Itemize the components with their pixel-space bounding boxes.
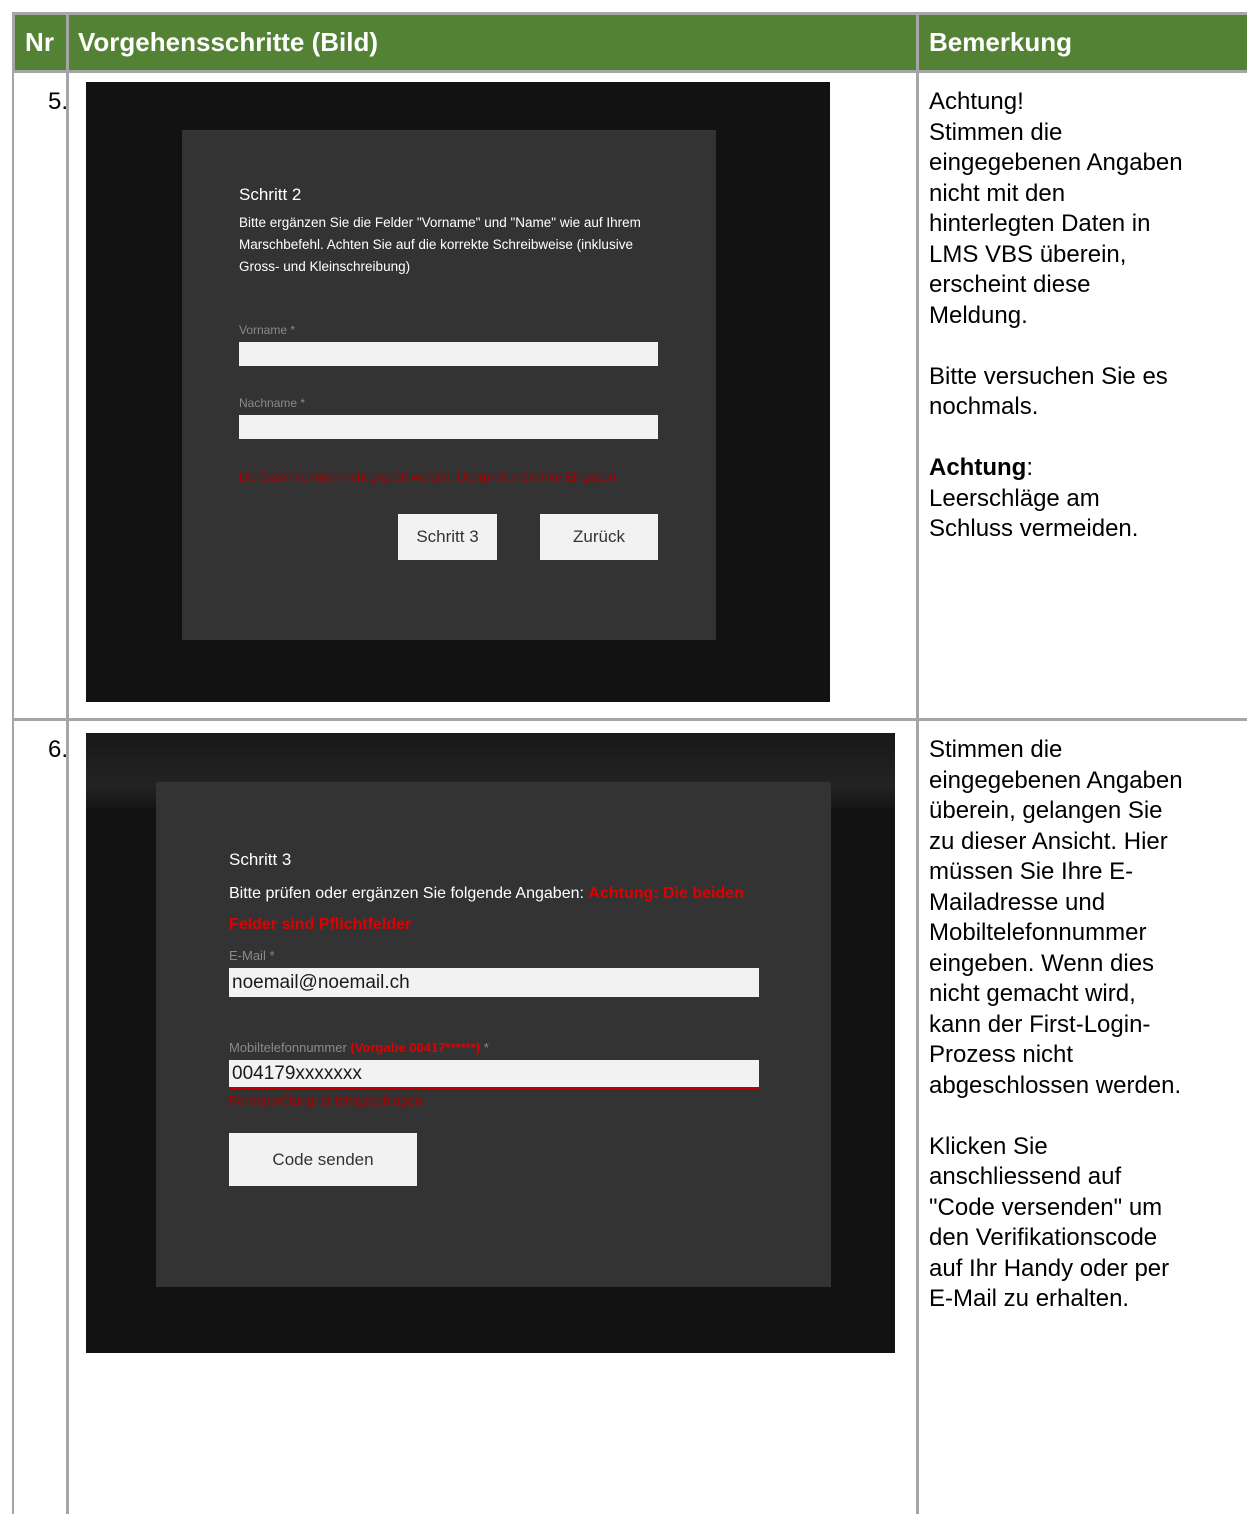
remark-line: LMS VBS überein, xyxy=(929,240,1127,268)
phone-label-text: Mobiltelefonnummer xyxy=(229,1040,351,1055)
remark-line: Meldung. xyxy=(929,301,1028,329)
screenshot-step2: Schritt 2 Bitte ergänzen Sie die Felder … xyxy=(86,82,830,702)
step2-description: Bitte ergänzen Sie die Felder "Vorname" … xyxy=(239,215,641,274)
phone-required: * xyxy=(480,1040,489,1055)
table-header: Nr Vorgehensschritte (Bild) Bemerkung xyxy=(12,12,1247,70)
phone-label: Mobiltelefonnummer (Vorgabe 00417******)… xyxy=(229,1040,489,1055)
grid-line xyxy=(916,12,919,1514)
remark-note: Achtung: xyxy=(929,453,1245,484)
screenshot-step3: Schritt 3 Bitte prüfen oder ergänzen Sie… xyxy=(86,733,895,1353)
firstname-input[interactable] xyxy=(239,342,658,366)
step2-panel: Schritt 2 Bitte ergänzen Sie die Felder … xyxy=(182,130,716,640)
remark-line: abgeschlossen werden. xyxy=(929,1071,1182,1099)
email-input[interactable]: noemail@noemail.ch xyxy=(229,968,759,997)
remark-line: nochmals. xyxy=(929,393,1039,420)
remark-line: auf Ihr Handy oder per xyxy=(929,1254,1170,1282)
validation-error: Die Daten konnten nicht geprüft werden. … xyxy=(239,470,620,484)
grid-line xyxy=(12,12,15,70)
remark-line: kann der First-Login- xyxy=(929,1010,1151,1038)
remark-line: den Verifikationscode xyxy=(929,1224,1158,1251)
remark-line: "Code versenden" um xyxy=(929,1193,1163,1221)
row-number: 6. xyxy=(47,736,68,763)
remark-line: müssen Sie Ihre E- xyxy=(929,858,1134,885)
note-label: Achtung xyxy=(929,454,1027,481)
phone-hint: (Vorgabe 00417******) xyxy=(350,1040,481,1055)
remark-line: überein, gelangen Sie xyxy=(929,797,1163,824)
remark-line: hinterlegten Daten in xyxy=(929,210,1151,237)
remark-line: Prozess nicht xyxy=(929,1041,1074,1068)
remark-line: Stimmen die xyxy=(929,736,1063,763)
firstname-label: Vorname * xyxy=(239,323,296,337)
remark-line: Stimmen die xyxy=(929,118,1063,146)
phone-error: Formatprüfung ist fehlgeschlagen xyxy=(229,1093,422,1108)
email-label: E-Mail * xyxy=(229,948,275,963)
remark-line: Achtung! xyxy=(929,88,1024,115)
phone-input[interactable]: 004179xxxxxxx xyxy=(229,1060,759,1089)
remark-line: eingegebenen Angaben xyxy=(929,766,1183,794)
remark-line: Mobiltelefonnummer xyxy=(929,919,1147,946)
step2-title: Schritt 2 xyxy=(239,185,302,204)
remark-line: eingegebenen Angaben xyxy=(929,149,1183,176)
remark-row5: Achtung! Stimmen die eingegebenen Angabe… xyxy=(929,87,1245,545)
remark-line: Klicken Sie xyxy=(929,1132,1048,1160)
lastname-input[interactable] xyxy=(239,415,658,439)
description-text: Bitte prüfen oder ergänzen Sie folgende … xyxy=(229,885,589,902)
remark-line: anschliessend auf xyxy=(929,1163,1122,1190)
document-page: Nr Vorgehensschritte (Bild) Bemerkung 5.… xyxy=(0,0,1247,1514)
remark-line: erscheint diese xyxy=(929,271,1091,298)
remark-line: Bitte versuchen Sie es xyxy=(929,362,1168,390)
remark-line: Mailadresse und xyxy=(929,888,1106,916)
remark-line: nicht gemacht wird, xyxy=(929,980,1136,1007)
remark-line: Schluss vermeiden. xyxy=(929,515,1139,542)
grid-line xyxy=(12,70,14,1514)
grid-line xyxy=(12,70,1247,73)
row-number: 5. xyxy=(47,88,68,115)
step3-panel: Schritt 3 Bitte prüfen oder ergänzen Sie… xyxy=(156,782,831,1287)
step3-description: Bitte prüfen oder ergänzen Sie folgende … xyxy=(229,878,769,940)
send-code-button[interactable]: Code senden xyxy=(229,1133,417,1186)
step3-button[interactable]: Schritt 3 xyxy=(398,514,497,560)
remark-line: nicht mit den xyxy=(929,179,1066,207)
remark-row6: Stimmen die eingegebenen Angaben überein… xyxy=(929,735,1245,1315)
remark-line: zu dieser Ansicht. Hier xyxy=(929,827,1168,855)
lastname-label: Nachname * xyxy=(239,396,306,410)
step3-title: Schritt 3 xyxy=(229,850,292,869)
remark-line: Leerschläge am xyxy=(929,484,1100,512)
remark-line: eingeben. Wenn dies xyxy=(929,949,1155,977)
header-nr: Nr xyxy=(25,27,54,57)
row-divider xyxy=(12,718,1247,721)
header-steps: Vorgehensschritte (Bild) xyxy=(78,27,379,57)
header-remark: Bemerkung xyxy=(929,27,1073,57)
remark-line: E-Mail zu erhalten. xyxy=(929,1285,1130,1312)
note-colon: : xyxy=(1026,454,1033,481)
back-button[interactable]: Zurück xyxy=(540,514,658,560)
